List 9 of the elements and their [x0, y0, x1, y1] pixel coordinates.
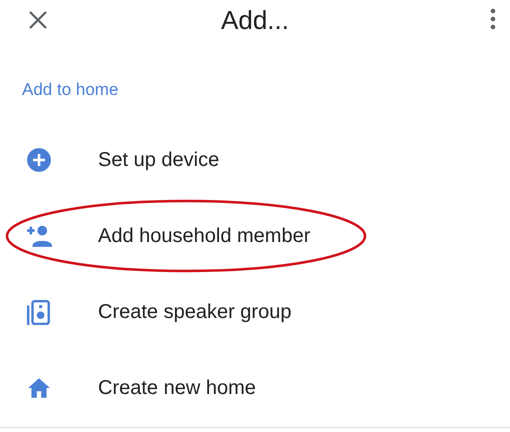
menu-item[interactable]: Create new home [0, 350, 510, 426]
menu-item[interactable]: Set up device [0, 122, 510, 198]
speaker-icon [26, 299, 52, 325]
person-add-icon [26, 223, 52, 249]
menu-item[interactable]: Add household member [0, 198, 510, 274]
page-title: Add... [221, 5, 289, 35]
add-circle-icon [26, 147, 52, 173]
menu-item[interactable]: Create speaker group [0, 274, 510, 350]
section-heading: Add to home [22, 80, 118, 99]
